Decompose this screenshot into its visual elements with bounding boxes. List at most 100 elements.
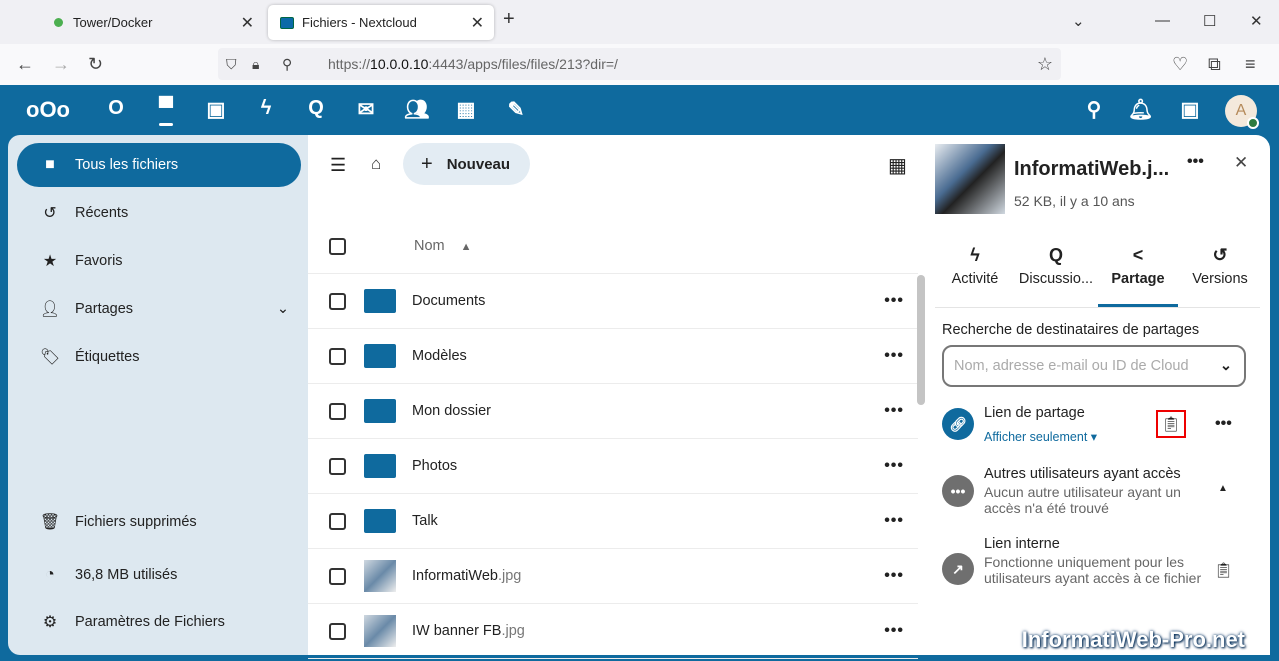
toggle-navigation-icon[interactable]: ☰ [330,155,346,176]
share-icon: < [1098,245,1178,271]
browser-tab-nextcloud[interactable]: Fichiers - Nextcloud✕ [268,5,494,40]
copy-link-button[interactable]: 📋︎ [1156,410,1186,438]
file-row[interactable]: Talk ••• [308,494,918,549]
nav-favorites[interactable]: ★Favoris [17,239,301,283]
new-tab-button[interactable]: + [503,8,515,31]
photos-icon[interactable]: ▣ [204,97,228,122]
tab-list-chevron-icon[interactable]: ⌄ [1072,12,1085,30]
notes-pencil-icon[interactable]: ✎ [504,97,528,122]
mail-icon[interactable]: ✉ [354,97,378,122]
row-actions-button[interactable]: ••• [884,457,904,475]
shield-icon[interactable]: ⛉ [226,56,237,73]
row-actions-button[interactable]: ••• [884,292,904,310]
browser-tab-tower[interactable]: Tower/Docker✕ [42,5,264,40]
file-name[interactable]: InformatiWeb.jpg [412,568,521,584]
trash-icon: 🗑︎ [39,512,61,532]
file-list-area: ☰ ⌂ +Nouveau ▦ Nom ▲ Documents ••• Modèl… [308,135,925,655]
url-input[interactable]: ⛉ 🔒︎ ⚲ https://10.0.0.10:4443/apps/files… [218,48,1061,80]
chevron-down-icon[interactable]: ⌄ [1220,358,1232,374]
permissions-icon[interactable]: ⚲ [282,56,292,73]
file-row[interactable]: Documents ••• [308,274,918,329]
nav-files-settings[interactable]: ⚙Paramètres de Fichiers [17,600,301,644]
row-checkbox[interactable] [329,348,346,365]
collapse-icon[interactable]: ▲ [1218,483,1228,494]
nav-recent[interactable]: ↺Récents [17,191,301,235]
tab-activity[interactable]: ϟActivité [935,245,1015,287]
activity-icon[interactable]: ϟ [254,97,278,120]
chevron-down-icon[interactable]: ⌄ [277,301,289,317]
row-checkbox[interactable] [329,568,346,585]
avatar[interactable]: A [1225,95,1257,127]
file-name[interactable]: Talk [412,513,438,529]
talk-icon[interactable]: Q [304,97,328,120]
maximize-button[interactable]: ☐ [1203,12,1216,30]
row-checkbox[interactable] [329,293,346,310]
scrollbar[interactable] [917,275,925,405]
share-search-input[interactable]: Nom, adresse e-mail ou ID de Cloud⌄ [942,345,1246,387]
search-icon[interactable]: ⚲ [1082,97,1106,122]
dashboard-icon[interactable]: O [104,97,128,120]
nav-tags[interactable]: 🏷︎Étiquettes [17,335,301,379]
row-actions-button[interactable]: ••• [884,512,904,530]
select-all-checkbox[interactable] [329,238,346,255]
row-checkbox[interactable] [329,513,346,530]
file-row[interactable]: InformatiWeb.jpg ••• [308,549,918,604]
panel-subtitle: 52 KB, il y a 10 ans [1014,193,1135,209]
file-basename: Mon dossier [412,403,491,419]
row-checkbox[interactable] [329,403,346,420]
file-name[interactable]: IW banner FB.jpg [412,623,525,639]
share-permission-dropdown[interactable]: Afficher seulement ▾ [984,429,1097,444]
file-name[interactable]: Documents [412,293,485,309]
notifications-bell-icon[interactable]: 🔔︎ [1128,97,1152,122]
file-row[interactable]: Photos ••• [308,439,918,494]
grid-view-icon[interactable]: ▦ [888,153,907,178]
forward-icon[interactable]: → [52,54,70,75]
lock-warning-icon[interactable]: 🔒︎ [252,56,259,73]
nav-shares[interactable]: 👤︎Partages⌄ [17,287,301,331]
folder-icon [364,454,396,478]
column-name-header[interactable]: Nom ▲ [414,238,472,254]
row-actions-button[interactable]: ••• [884,402,904,420]
menu-icon[interactable]: ≡ [1245,54,1256,75]
file-basename: Documents [412,293,485,309]
back-icon[interactable]: ← [16,54,34,75]
bookmark-star-icon[interactable]: ☆ [1037,54,1053,75]
share-more-button[interactable]: ••• [1215,415,1232,433]
row-checkbox[interactable] [329,458,346,475]
nav-all-files[interactable]: ■Tous les fichiers [17,143,301,187]
extensions-icon[interactable]: ⧉ [1208,54,1221,75]
nextcloud-logo[interactable]: oOo [18,97,78,123]
home-icon[interactable]: ⌂ [371,154,381,174]
pocket-icon[interactable]: ♡ [1172,54,1188,75]
panel-more-button[interactable]: ••• [1187,153,1204,171]
reload-icon[interactable]: ↻ [88,54,103,75]
file-row[interactable]: Modèles ••• [308,329,918,384]
file-name[interactable]: Photos [412,458,457,474]
row-actions-button[interactable]: ••• [884,347,904,365]
file-row[interactable]: IW banner FB.jpg ••• [308,604,918,659]
calendar-icon[interactable]: ▦ [454,97,478,122]
talk-icon: Q [1016,245,1096,271]
close-window-button[interactable]: ✕ [1250,12,1263,30]
contacts-icon[interactable]: 👥︎ [404,97,428,122]
file-name[interactable]: Mon dossier [412,403,491,419]
close-panel-button[interactable]: ✕ [1234,153,1248,173]
versions-icon: ↺ [1180,245,1260,271]
row-checkbox[interactable] [329,623,346,640]
file-row[interactable]: Mon dossier ••• [308,384,918,439]
copy-internal-link-button[interactable]: 📋︎ [1214,561,1233,579]
tab-versions[interactable]: ↺Versions [1180,245,1260,287]
storage-usage[interactable]: ◔36,8 MB utilisés [17,553,301,597]
minimize-button[interactable]: — [1155,12,1170,29]
nav-deleted-files[interactable]: 🗑︎Fichiers supprimés [17,500,301,544]
contacts-menu-icon[interactable]: ▣ [1178,97,1202,122]
tab-discussion[interactable]: QDiscussio... [1016,245,1096,287]
tab-sharing[interactable]: <Partage [1098,245,1178,307]
close-tab-icon[interactable]: ✕ [471,13,484,33]
files-icon[interactable]: ▀ [154,97,178,120]
row-actions-button[interactable]: ••• [884,622,904,640]
row-actions-button[interactable]: ••• [884,567,904,585]
close-tab-icon[interactable]: ✕ [241,13,254,33]
new-button[interactable]: +Nouveau [403,143,530,185]
file-name[interactable]: Modèles [412,348,467,364]
